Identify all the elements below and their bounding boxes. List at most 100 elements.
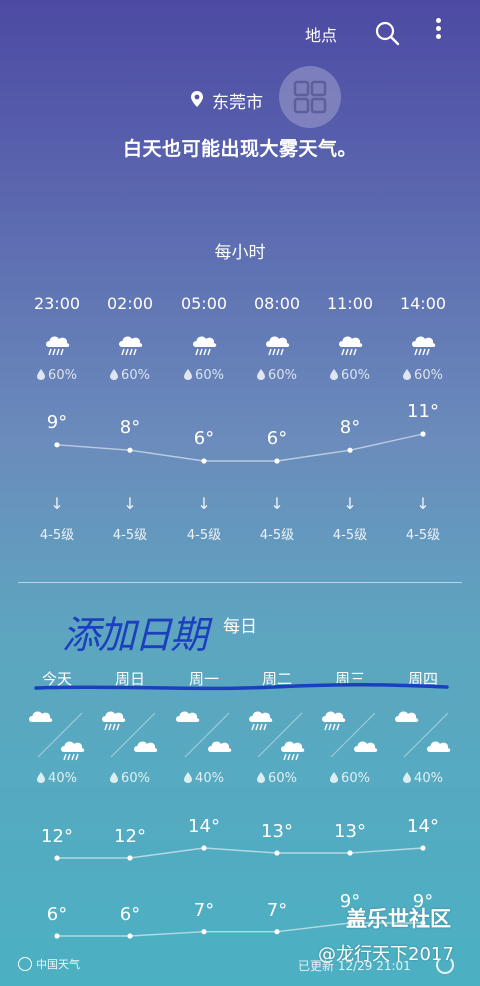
day-icon-pair (167, 705, 241, 765)
city-row[interactable]: 东莞市 (190, 88, 263, 113)
day-precip: 60% (240, 771, 314, 786)
precip-value: 60% (121, 771, 150, 786)
precip-value: 40% (195, 771, 224, 786)
hour-temp-point (201, 458, 207, 464)
hour-temp-point (127, 447, 133, 453)
hour-temp: 8° (119, 417, 141, 439)
more-vertical-icon[interactable] (434, 18, 442, 44)
precip-value: 40% (48, 771, 77, 786)
hour-precip: 60% (167, 368, 241, 383)
day-high-temp: 13° (261, 821, 293, 842)
brand-logo: 中国天气 (18, 956, 80, 972)
hour-precip: 60% (240, 368, 314, 383)
china-weather-icon (18, 957, 32, 971)
wind-level: 4-5级 (39, 528, 75, 543)
hour-time: 02:00 (106, 294, 154, 313)
precip-value: 60% (195, 368, 224, 383)
day-high-temp: 12° (41, 826, 73, 847)
section-divider (18, 582, 462, 583)
rain-cloud-icon (319, 705, 347, 737)
wind-arrow-icon: ↓ (123, 494, 137, 513)
cloud-icon (131, 735, 159, 767)
day-icon-pair (93, 705, 167, 765)
hour-temp-point (54, 442, 60, 448)
rain-cloud-icon (20, 330, 94, 358)
cloud-icon (351, 735, 379, 767)
day-high-temp: 14° (407, 816, 439, 837)
day-high-temp: 14° (188, 816, 220, 837)
day-icon-pair (386, 705, 460, 765)
rain-cloud-icon (58, 735, 86, 767)
hour-precip: 60% (93, 368, 167, 383)
wind-arrow-icon: ↓ (416, 494, 430, 513)
search-icon[interactable] (374, 20, 400, 46)
rain-cloud-icon (240, 330, 314, 358)
day-low-temp: 6° (119, 904, 141, 925)
day-high-point (274, 850, 280, 856)
day-icon-pair (240, 705, 314, 765)
day-low-point (274, 929, 280, 935)
precip-value: 40% (414, 771, 443, 786)
watermark-community: 盖乐世社区 (346, 907, 451, 931)
hour-time: 23:00 (33, 294, 81, 313)
cloud-icon (205, 735, 233, 767)
hour-temp-point (420, 431, 426, 437)
rain-cloud-icon (167, 330, 241, 358)
rain-cloud-icon (93, 330, 167, 358)
hour-temp: 9° (46, 411, 68, 433)
day-icon-pair (313, 705, 387, 765)
hour-temp: 8° (339, 417, 361, 439)
day-low-point (201, 929, 207, 935)
rain-cloud-icon (278, 735, 306, 767)
grid-icon[interactable] (279, 66, 341, 128)
day-precip: 40% (386, 771, 460, 786)
hour-time: 05:00 (180, 294, 228, 313)
day-high-point (54, 855, 60, 861)
hour-time: 11:00 (326, 294, 374, 313)
hourly-title: 每小时 (214, 243, 266, 263)
hour-precip: 60% (20, 368, 94, 383)
watermark-user: @龙行天下2017 (318, 944, 454, 965)
precip-value: 60% (121, 368, 150, 383)
brand-label: 中国天气 (36, 958, 80, 971)
cloud-icon (173, 705, 201, 737)
city-name: 东莞市 (212, 93, 263, 113)
cloud-icon (26, 705, 54, 737)
rain-cloud-icon (313, 330, 387, 358)
day-high-point (201, 845, 207, 851)
precip-value: 60% (48, 368, 77, 383)
wind-arrow-icon: ↓ (197, 494, 211, 513)
hour-temp: 6° (266, 428, 288, 449)
day-low-temp: 6° (46, 904, 68, 925)
day-high-temp: 12° (114, 826, 146, 847)
hour-time: 14:00 (399, 294, 447, 313)
day-precip: 40% (167, 771, 241, 786)
wind-level: 4-5级 (112, 528, 148, 543)
precip-value: 60% (414, 368, 443, 383)
day-high-point (127, 855, 133, 861)
day-high-point (420, 845, 426, 851)
day-low-temp: 7° (193, 899, 215, 921)
location-button[interactable]: 地点 (305, 22, 337, 46)
rain-cloud-icon (246, 705, 274, 737)
precip-value: 60% (341, 368, 370, 383)
hour-precip: 60% (313, 368, 387, 383)
wind-level: 4-5级 (332, 528, 368, 543)
cloud-icon (424, 735, 452, 767)
wind-arrow-icon: ↓ (50, 494, 64, 513)
wind-level: 4-5级 (405, 528, 441, 543)
weather-summary: 白天也可能出现大雾天气。 (122, 138, 357, 160)
hour-temp: 6° (193, 428, 215, 449)
handwritten-note: 添加日期 (62, 613, 208, 657)
hour-precip: 60% (386, 368, 460, 383)
day-high-temp: 13° (334, 821, 366, 842)
wind-level: 4-5级 (186, 528, 222, 543)
wind-level: 4-5级 (259, 528, 295, 543)
rain-cloud-icon (99, 705, 127, 737)
precip-value: 60% (341, 771, 370, 786)
day-icon-pair (20, 705, 94, 765)
wind-arrow-icon: ↓ (343, 494, 357, 513)
day-high-point (347, 850, 353, 856)
hour-temp-point (274, 458, 280, 464)
day-low-point (127, 933, 133, 939)
